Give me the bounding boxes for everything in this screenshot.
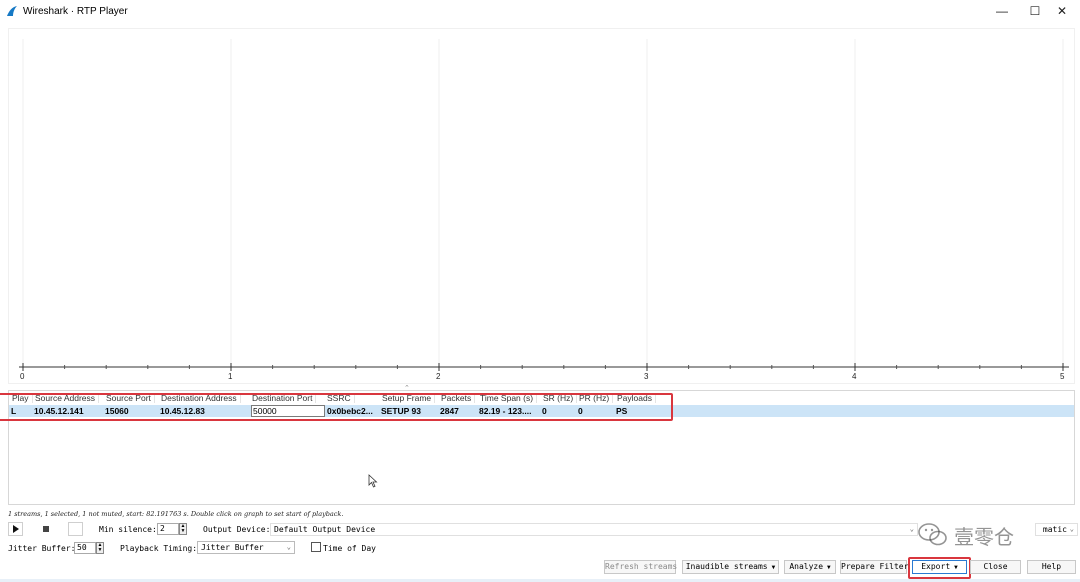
- min-silence-label: Min silence:: [99, 525, 157, 534]
- x-tick-label-4: 4: [852, 372, 857, 381]
- time-of-day-checkbox[interactable]: [311, 542, 321, 552]
- cell-pr: 0: [578, 406, 583, 416]
- time-of-day-label: Time of Day: [323, 544, 376, 553]
- title-bar: Wireshark · RTP Player: [0, 0, 1080, 22]
- analyze-button[interactable]: Analyze ▼: [784, 560, 836, 574]
- graph-gridlines: [22, 39, 1064, 367]
- graph-canvas[interactable]: [9, 29, 1076, 385]
- cell-packets: 2847: [440, 406, 459, 416]
- cell-play: L: [11, 406, 17, 416]
- min-silence-stepper-icon[interactable]: ▲ ▼: [179, 523, 187, 535]
- play-button[interactable]: [8, 522, 23, 536]
- inaudible-streams-button[interactable]: Inaudible streams ▼: [682, 560, 779, 574]
- cell-source-port: 15060: [105, 406, 129, 416]
- inaudible-toggle-button[interactable]: [68, 522, 83, 536]
- cell-setup-frame: SETUP 93: [381, 406, 422, 416]
- chevron-down-icon: ⌄: [286, 543, 291, 551]
- export-button[interactable]: Export ▼: [912, 560, 967, 574]
- audio-routing-value: matic: [1042, 525, 1067, 534]
- close-button[interactable]: Close: [970, 560, 1021, 574]
- status-line: 1 streams, 1 selected, 1 not muted, star…: [8, 510, 344, 518]
- cell-payloads: PS: [616, 406, 628, 416]
- window-title: Wireshark · RTP Player: [23, 5, 128, 17]
- chevron-down-icon: ⌄: [909, 525, 914, 533]
- output-device-label: Output Device:: [203, 525, 271, 534]
- prepare-filter-button[interactable]: Prepare Filter: [840, 560, 908, 574]
- dropdown-arrow-icon: ▼: [827, 564, 831, 571]
- playback-timing-value: Jitter Buffer: [201, 543, 264, 552]
- refresh-streams-button[interactable]: Refresh streams: [604, 560, 677, 574]
- cell-sr: 0: [542, 406, 547, 416]
- output-device-select[interactable]: Default Output Device ⌄: [270, 523, 918, 536]
- column-header[interactable]: Source Port: [106, 393, 155, 403]
- wechat-icon: [918, 523, 947, 546]
- column-header[interactable]: Play: [12, 393, 33, 403]
- column-header[interactable]: Source Address: [35, 393, 100, 403]
- cell-destination-port-editor[interactable]: 50000: [251, 405, 325, 417]
- play-icon: [12, 525, 19, 533]
- inaudible-streams-label: Inaudible streams: [685, 562, 768, 571]
- column-header[interactable]: Destination Address: [161, 393, 241, 403]
- cell-source-address: 10.45.12.141: [34, 406, 84, 416]
- cell-time-span: 82.19 - 123....: [479, 406, 532, 416]
- output-device-value: Default Output Device: [274, 525, 376, 534]
- minimize-button[interactable]: —: [985, 0, 1019, 22]
- table-header: Play Source Address Source Port Destinat…: [9, 391, 1074, 404]
- chevron-down-icon: ⌄: [1069, 525, 1074, 533]
- cell-destination-address: 10.45.12.83: [160, 406, 205, 416]
- mouse-cursor-icon: [368, 474, 378, 488]
- x-tick-label-2: 2: [436, 372, 441, 381]
- stop-button[interactable]: [38, 522, 53, 536]
- watermark: 壹零仓: [918, 518, 1014, 552]
- x-tick-label-1: 1: [228, 372, 233, 381]
- column-header[interactable]: Packets: [441, 393, 476, 403]
- analyze-label: Analyze: [789, 562, 824, 571]
- stop-icon: [42, 526, 49, 532]
- jitter-buffer-label: Jitter Buffer:: [8, 544, 76, 553]
- jitter-buffer-spinbox[interactable]: 50: [74, 542, 96, 554]
- dropdown-arrow-icon: ▼: [954, 564, 958, 571]
- close-window-button[interactable]: ✕: [1045, 0, 1079, 22]
- audio-routing-select[interactable]: matic ⌄: [1035, 523, 1078, 536]
- column-header[interactable]: SSRC: [327, 393, 355, 403]
- x-tick-label-5: 5: [1060, 372, 1065, 381]
- column-header[interactable]: PR (Hz): [579, 393, 614, 403]
- column-header[interactable]: Payloads: [617, 393, 656, 403]
- table-row[interactable]: L 10.45.12.141 15060 10.45.12.83 50000 0…: [9, 405, 1074, 417]
- streams-table[interactable]: Play Source Address Source Port Destinat…: [8, 390, 1075, 505]
- x-tick-label-3: 3: [644, 372, 649, 381]
- playback-timing-label: Playback Timing:: [120, 544, 198, 553]
- export-label: Export: [921, 562, 951, 571]
- waveform-graph[interactable]: 0 1 2 3 4 5: [8, 28, 1075, 384]
- column-header[interactable]: SR (Hz): [543, 393, 578, 403]
- jitter-buffer-stepper-icon[interactable]: ▲ ▼: [96, 542, 104, 554]
- column-header[interactable]: Destination Port: [252, 393, 317, 403]
- min-silence-spinbox[interactable]: 2: [157, 523, 179, 535]
- x-tick-label-0: 0: [20, 372, 25, 381]
- playback-timing-select[interactable]: Jitter Buffer ⌄: [197, 541, 295, 554]
- help-button[interactable]: Help: [1027, 560, 1076, 574]
- cell-ssrc: 0x0bebc2...: [327, 406, 373, 416]
- column-header[interactable]: Setup Frame: [382, 393, 436, 403]
- watermark-text: 壹零仓: [954, 526, 1014, 549]
- column-header[interactable]: Time Span (s): [480, 393, 538, 403]
- dropdown-arrow-icon: ▼: [771, 564, 776, 571]
- wireshark-fin-icon: [7, 6, 17, 16]
